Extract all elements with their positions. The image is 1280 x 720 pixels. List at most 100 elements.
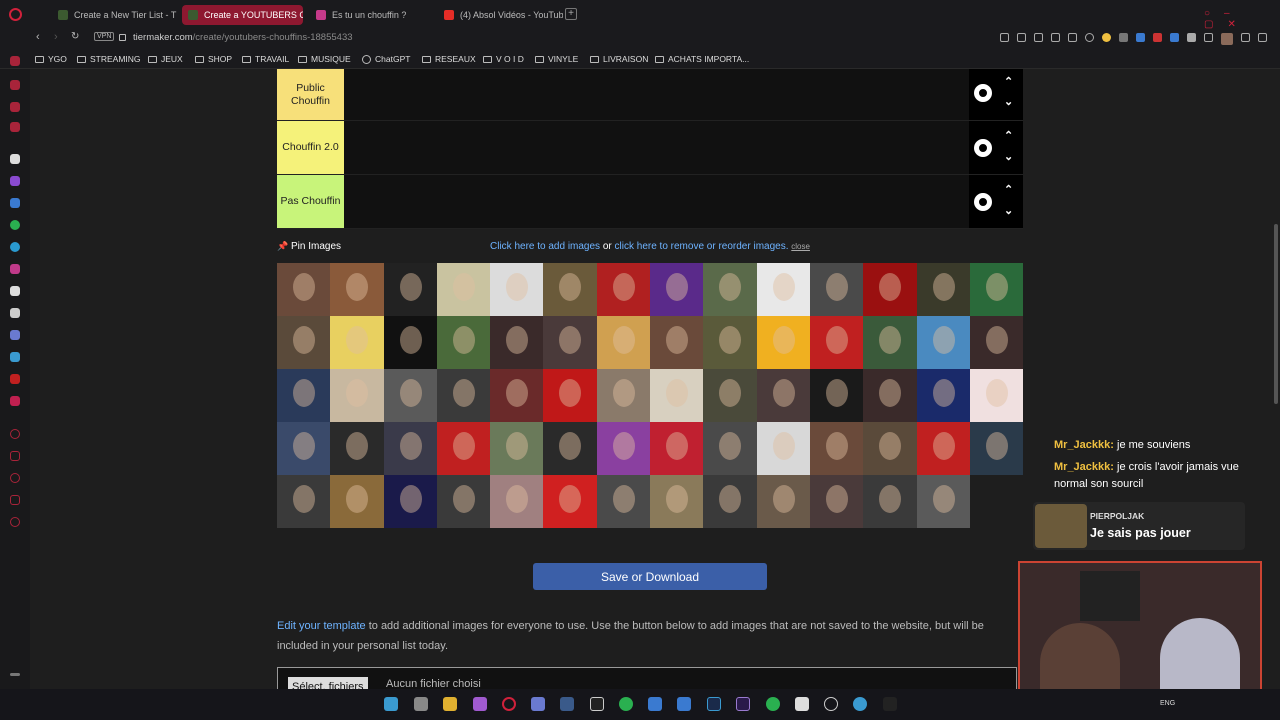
sidebar-icon[interactable] xyxy=(10,122,20,132)
xbox-icon[interactable] xyxy=(766,697,780,711)
scrollbar-thumb[interactable] xyxy=(1274,224,1278,404)
browser-logo-icon[interactable] xyxy=(9,8,22,21)
epic-games-icon[interactable] xyxy=(590,697,604,711)
youtuber-image-tile[interactable] xyxy=(436,263,491,316)
youtuber-image-tile[interactable] xyxy=(969,316,1024,369)
youtuber-image-tile[interactable] xyxy=(916,316,970,369)
avatar[interactable] xyxy=(1221,33,1233,45)
youtuber-image-tile[interactable] xyxy=(436,422,491,475)
youtuber-image-tile[interactable] xyxy=(703,316,757,369)
youtuber-image-tile[interactable] xyxy=(863,422,917,475)
extension-icon[interactable] xyxy=(1119,33,1128,42)
sidebar-icon[interactable] xyxy=(10,352,20,362)
youtuber-image-tile[interactable] xyxy=(596,422,651,475)
gear-icon[interactable] xyxy=(974,139,992,157)
more-icon[interactable] xyxy=(10,673,20,676)
extension-icon[interactable] xyxy=(1136,33,1145,42)
chevron-down-icon[interactable]: ⌄ xyxy=(1004,150,1013,163)
youtuber-image-tile[interactable] xyxy=(703,475,757,528)
chevron-up-icon[interactable]: ⌃ xyxy=(1004,75,1013,88)
sidebar-icon[interactable] xyxy=(10,451,20,461)
bookmark-folder[interactable]: JEUX xyxy=(148,54,183,64)
youtuber-image-tile[interactable] xyxy=(330,263,384,316)
extension-icon[interactable] xyxy=(1187,33,1196,42)
close-link[interactable]: close xyxy=(791,242,810,251)
browser-tab[interactable]: (4) Absol Vidéos - YouTub xyxy=(438,5,563,25)
youtuber-image-tile[interactable] xyxy=(596,316,651,369)
extension-icon[interactable] xyxy=(1068,33,1077,42)
youtuber-image-tile[interactable] xyxy=(490,316,544,369)
youtuber-image-tile[interactable] xyxy=(543,263,597,316)
youtuber-image-tile[interactable] xyxy=(756,263,810,316)
sidebar-icon[interactable] xyxy=(10,429,20,439)
youtuber-image-tile[interactable] xyxy=(650,369,704,422)
extension-icon[interactable] xyxy=(1051,33,1060,42)
youtuber-image-tile[interactable] xyxy=(330,316,384,369)
youtuber-image-tile[interactable] xyxy=(490,369,544,422)
chevron-down-icon[interactable]: ⌄ xyxy=(1004,95,1013,108)
messenger-icon[interactable] xyxy=(10,198,20,208)
pin-icon[interactable]: 📌 xyxy=(277,241,288,251)
language-indicator[interactable]: ENG xyxy=(1160,700,1175,707)
youtuber-image-tile[interactable] xyxy=(330,369,384,422)
youtuber-image-tile[interactable] xyxy=(756,475,810,528)
youtuber-image-tile[interactable] xyxy=(277,422,331,475)
youtuber-image-tile[interactable] xyxy=(916,422,970,475)
twitch-icon[interactable] xyxy=(10,176,20,186)
bookmark-folder[interactable]: V O I D xyxy=(483,54,524,64)
youtuber-image-tile[interactable] xyxy=(490,422,544,475)
taskbar-app-icon[interactable] xyxy=(824,697,838,711)
remove-images-link[interactable]: click here to remove or reorder images. xyxy=(615,241,789,252)
youtuber-image-tile[interactable] xyxy=(596,475,651,528)
youtuber-image-tile[interactable] xyxy=(756,369,810,422)
discord-icon[interactable] xyxy=(10,330,20,340)
file-explorer-icon[interactable] xyxy=(443,697,457,711)
taskbar-app-icon[interactable] xyxy=(883,697,897,711)
sidebar-icon[interactable] xyxy=(10,154,20,164)
vpn-badge[interactable]: VPN xyxy=(94,32,115,41)
extension-icon[interactable] xyxy=(1102,33,1111,42)
back-icon[interactable]: ‹ xyxy=(36,31,40,43)
clock-icon[interactable] xyxy=(10,473,20,483)
bookmark-folder[interactable]: ACHATS IMPORTA... xyxy=(655,54,749,64)
youtuber-image-tile[interactable] xyxy=(383,316,437,369)
youtuber-image-tile[interactable] xyxy=(436,369,491,422)
tier-label[interactable]: Public Chouffin xyxy=(277,69,344,120)
youtuber-image-tile[interactable] xyxy=(490,263,544,316)
download-icon[interactable] xyxy=(1241,33,1250,42)
youtuber-image-tile[interactable] xyxy=(969,422,1024,475)
youtuber-image-tile[interactable] xyxy=(277,369,331,422)
browser-tab[interactable]: Es tu un chouffin ? xyxy=(310,5,435,25)
youtuber-image-tile[interactable] xyxy=(969,263,1024,316)
youtuber-image-tile[interactable] xyxy=(277,316,331,369)
youtuber-image-tile[interactable] xyxy=(383,475,437,528)
youtuber-image-tile[interactable] xyxy=(650,475,704,528)
reload-icon[interactable]: ↻ xyxy=(71,31,79,42)
window-controls[interactable]: ○–▢✕ xyxy=(1204,8,1280,30)
youtuber-image-tile[interactable] xyxy=(436,475,491,528)
discord-icon[interactable] xyxy=(531,697,545,711)
whatsapp-icon[interactable] xyxy=(10,220,20,230)
youtuber-image-tile[interactable] xyxy=(809,263,864,316)
forward-icon[interactable]: › xyxy=(54,31,58,43)
chevron-down-icon[interactable]: ⌄ xyxy=(1004,204,1013,217)
youtuber-image-tile[interactable] xyxy=(543,369,597,422)
bookmark-link[interactable]: ChatGPT xyxy=(362,54,410,64)
add-images-link[interactable]: Click here to add images xyxy=(490,241,600,252)
bookmark-folder[interactable]: TRAVAIL xyxy=(242,54,289,64)
youtuber-image-tile[interactable] xyxy=(756,316,810,369)
save-download-button[interactable]: Save or Download xyxy=(533,563,767,590)
youtuber-image-tile[interactable] xyxy=(809,422,864,475)
opera-gx-icon[interactable] xyxy=(502,697,516,711)
gear-icon[interactable] xyxy=(974,193,992,211)
youtuber-image-tile[interactable] xyxy=(330,422,384,475)
photoshop-icon[interactable] xyxy=(707,697,721,711)
youtuber-image-tile[interactable] xyxy=(756,422,810,475)
telegram-icon[interactable] xyxy=(10,242,20,252)
taskbar-app-icon[interactable] xyxy=(677,697,691,711)
extension-icon[interactable] xyxy=(1153,33,1162,42)
browser-tab[interactable]: Create a New Tier List - T xyxy=(52,5,177,25)
extensions-toolbar[interactable] xyxy=(1000,33,1270,45)
youtuber-image-tile[interactable] xyxy=(277,475,331,528)
bookmark-folder[interactable]: VINYLE xyxy=(535,54,578,64)
